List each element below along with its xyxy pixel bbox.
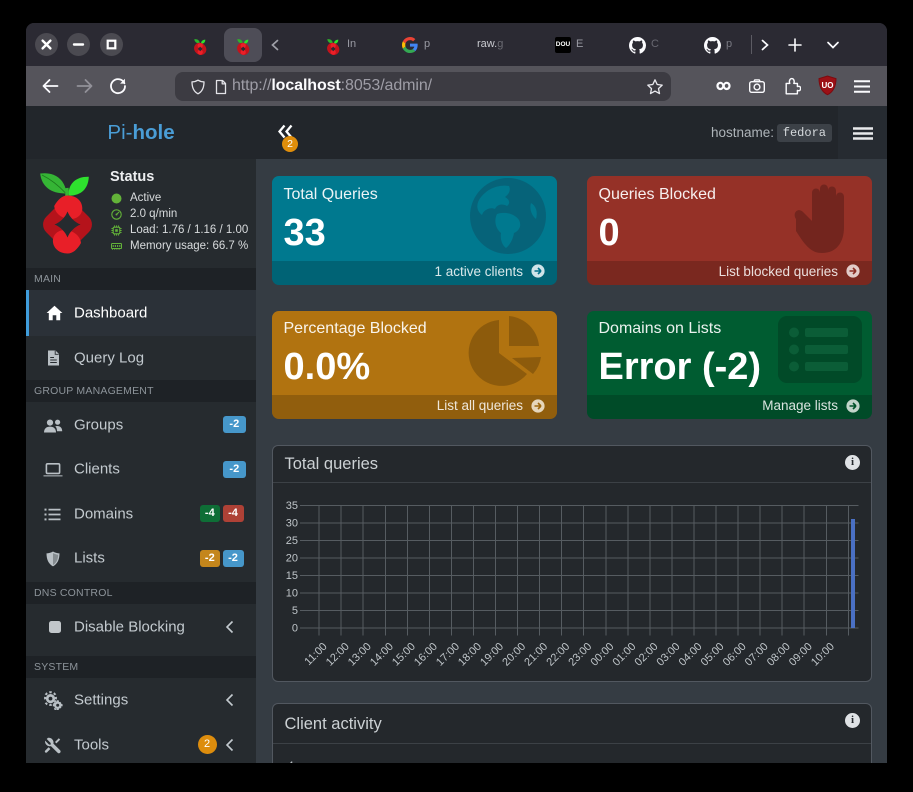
- svg-text:09:00: 09:00: [786, 640, 814, 668]
- svg-text:04:00: 04:00: [676, 640, 704, 668]
- svg-text:00:00: 00:00: [588, 640, 616, 668]
- svg-text:08:00: 08:00: [764, 640, 792, 668]
- svg-text:11:00: 11:00: [302, 640, 329, 667]
- svg-text:17:00: 17:00: [434, 640, 462, 668]
- svg-text:13:00: 13:00: [345, 640, 373, 668]
- svg-text:07:00: 07:00: [742, 640, 770, 668]
- svg-text:20:00: 20:00: [500, 640, 528, 668]
- svg-text:18:00: 18:00: [456, 640, 484, 668]
- svg-text:05:00: 05:00: [698, 640, 726, 668]
- svg-text:35: 35: [285, 500, 297, 512]
- svg-text:10: 10: [285, 587, 297, 599]
- svg-text:12:00: 12:00: [323, 640, 351, 668]
- svg-text:16:00: 16:00: [411, 640, 439, 668]
- svg-text:14:00: 14:00: [367, 640, 395, 668]
- svg-text:23:00: 23:00: [566, 640, 594, 668]
- svg-text:20: 20: [285, 552, 297, 564]
- svg-text:03:00: 03:00: [654, 640, 682, 668]
- svg-text:01:00: 01:00: [610, 640, 638, 668]
- svg-text:15: 15: [285, 570, 297, 582]
- svg-text:15:00: 15:00: [389, 640, 417, 668]
- svg-text:25: 25: [285, 535, 297, 547]
- svg-text:30: 30: [285, 517, 297, 529]
- svg-text:UO: UO: [822, 81, 834, 90]
- svg-text:06:00: 06:00: [720, 640, 748, 668]
- svg-text:5: 5: [291, 605, 297, 617]
- svg-text:10:00: 10:00: [808, 640, 836, 668]
- svg-text:19:00: 19:00: [478, 640, 506, 668]
- svg-text:21:00: 21:00: [522, 640, 550, 668]
- svg-text:22:00: 22:00: [544, 640, 572, 668]
- svg-text:0: 0: [291, 622, 297, 634]
- svg-text:02:00: 02:00: [632, 640, 660, 668]
